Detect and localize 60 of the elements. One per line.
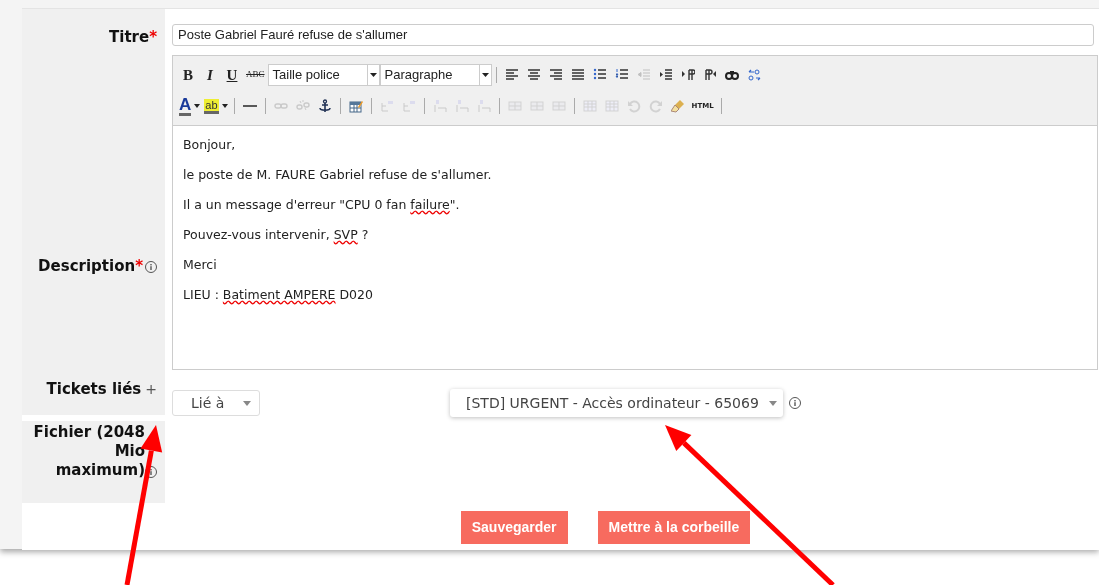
anchor-icon xyxy=(317,99,332,113)
justify-icon xyxy=(570,68,585,82)
editor-text-line: Pouvez-vous intervenir, SVP ? xyxy=(183,226,370,244)
field-label: Description xyxy=(38,257,136,275)
table-grid-icon xyxy=(604,99,619,113)
caret-icon xyxy=(366,65,379,85)
editor-text-line: Bonjour, xyxy=(183,136,237,154)
align-center-icon xyxy=(526,68,541,82)
title-field[interactable]: Poste Gabriel Fauré refuse de s'allumer xyxy=(172,23,1094,46)
editor-text-line: LIEU : Batiment AMPERE D020 xyxy=(183,286,374,304)
caret-icon xyxy=(221,104,228,108)
dropdown-value: Taille police xyxy=(271,66,341,85)
add-button[interactable]: + xyxy=(145,379,157,400)
dropdown-value: Paragraphe xyxy=(383,66,454,85)
dropdown[interactable]: Taille police xyxy=(267,64,380,86)
highlight-button[interactable]: ab xyxy=(202,95,230,117)
field-label: Fichier (2048 Mio maximum) xyxy=(32,423,145,480)
outdent-icon xyxy=(636,68,651,82)
text-color-button[interactable]: A xyxy=(177,95,203,117)
table-column-icon xyxy=(476,99,491,113)
strikethrough-button[interactable]: ABC xyxy=(243,64,268,86)
numbered-list-icon xyxy=(614,68,629,82)
pilcrow-arrow-icon xyxy=(702,68,717,82)
binoculars-icon xyxy=(724,68,739,82)
pilcrow-arrow-icon xyxy=(680,68,695,82)
caret-icon xyxy=(478,65,491,85)
dropdown[interactable]: Paragraphe xyxy=(379,64,492,86)
editor-text-line: Merci xyxy=(183,256,218,274)
table-row-icon xyxy=(379,99,394,113)
bold-button[interactable]: B xyxy=(177,64,199,86)
caret-icon xyxy=(194,104,201,108)
table-cell-icon xyxy=(551,99,566,113)
table-cell-icon xyxy=(507,99,522,113)
caret-icon xyxy=(243,400,251,406)
required-mark: * xyxy=(135,257,143,275)
table-edit-icon xyxy=(348,99,363,113)
required-mark: * xyxy=(149,28,157,46)
field-label: Titre xyxy=(109,28,150,46)
table-grid-icon xyxy=(582,99,597,113)
ticket-dropdown[interactable]: [STD] URGENT - Accès ordinateur - 65069 xyxy=(450,389,783,417)
field-label: Tickets liés xyxy=(46,380,142,398)
indent-icon xyxy=(658,68,673,82)
bulleted-list-icon xyxy=(592,68,607,82)
align-left-icon xyxy=(504,68,519,82)
caret-icon xyxy=(768,400,777,406)
italic-button[interactable]: I xyxy=(199,64,221,86)
relation-dropdown[interactable]: Lié à xyxy=(172,390,260,416)
broom-icon xyxy=(670,99,685,113)
table-column-icon xyxy=(454,99,469,113)
table-cell-icon xyxy=(529,99,544,113)
align-right-icon xyxy=(548,68,563,82)
editor-text-line: Il a un message d'erreur "CPU 0 fan failure". xyxy=(183,196,461,214)
underline-button[interactable]: U xyxy=(221,64,243,86)
swap-icon xyxy=(746,68,761,82)
table-column-icon xyxy=(432,99,447,113)
editor-text-line: le poste de M. FAURE Gabriel refuse de s'allumer. xyxy=(183,166,493,184)
redo-icon xyxy=(648,99,663,113)
broken-link-icon xyxy=(295,99,310,113)
table-row-icon xyxy=(401,99,416,113)
undo-icon xyxy=(626,99,641,113)
